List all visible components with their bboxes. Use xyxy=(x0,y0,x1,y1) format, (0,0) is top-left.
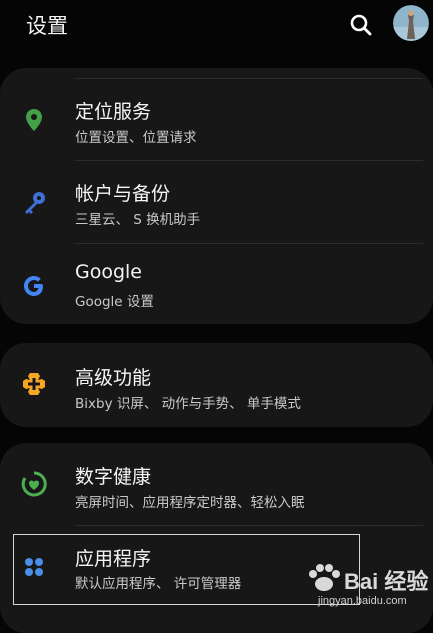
puzzle-plus-icon xyxy=(21,371,47,397)
page-title: 设置 xyxy=(26,14,68,38)
search-button[interactable] xyxy=(347,11,375,39)
app-header: 设置 xyxy=(0,0,433,56)
wellbeing-heart-icon xyxy=(21,471,47,497)
settings-item-location[interactable]: 定位服务 位置设置、位置请求 xyxy=(0,80,433,160)
settings-item-wellbeing[interactable]: 数字健康 亮屏时间、应用程序定时器、轻松入眠 xyxy=(0,445,433,525)
watermark-brand: Bai 经验 xyxy=(344,569,429,594)
divider xyxy=(75,160,423,161)
search-icon xyxy=(350,14,372,36)
settings-item-title: 数字健康 xyxy=(75,466,152,488)
settings-item-subtitle: 位置设置、位置请求 xyxy=(75,130,197,146)
settings-item-title: 帐户与备份 xyxy=(75,183,171,205)
settings-item-google[interactable]: Google Google 设置 xyxy=(0,244,433,324)
divider xyxy=(75,525,423,526)
divider xyxy=(75,78,423,79)
settings-item-subtitle: 亮屏时间、应用程序定时器、轻松入眠 xyxy=(75,495,305,511)
settings-item-title: 定位服务 xyxy=(75,101,152,123)
google-g-icon xyxy=(21,273,47,299)
settings-item-title: 高级功能 xyxy=(75,367,152,389)
watermark: Bai 经验 jingyan.baidu.com xyxy=(300,560,430,612)
settings-item-advanced[interactable]: 高级功能 Bixby 识屏、 动作与手势、 单手模式 xyxy=(0,345,433,425)
avatar[interactable] xyxy=(393,5,429,41)
settings-card-1: 定位服务 位置设置、位置请求 帐户与备份 三星云、 S 换机助手 Google … xyxy=(0,68,433,324)
key-icon xyxy=(21,190,47,216)
watermark-url: jingyan.baidu.com xyxy=(318,595,407,607)
settings-item-subtitle: 三星云、 S 换机助手 xyxy=(75,212,201,228)
settings-item-subtitle: Google 设置 xyxy=(75,294,154,310)
paw-logo-icon xyxy=(309,564,340,591)
settings-item-subtitle: Bixby 识屏、 动作与手势、 单手模式 xyxy=(75,396,301,412)
location-pin-icon xyxy=(21,107,47,133)
settings-item-title: Google xyxy=(75,261,143,283)
settings-card-2: 高级功能 Bixby 识屏、 动作与手势、 单手模式 xyxy=(0,343,433,427)
settings-item-accounts[interactable]: 帐户与备份 三星云、 S 换机助手 xyxy=(0,163,433,243)
